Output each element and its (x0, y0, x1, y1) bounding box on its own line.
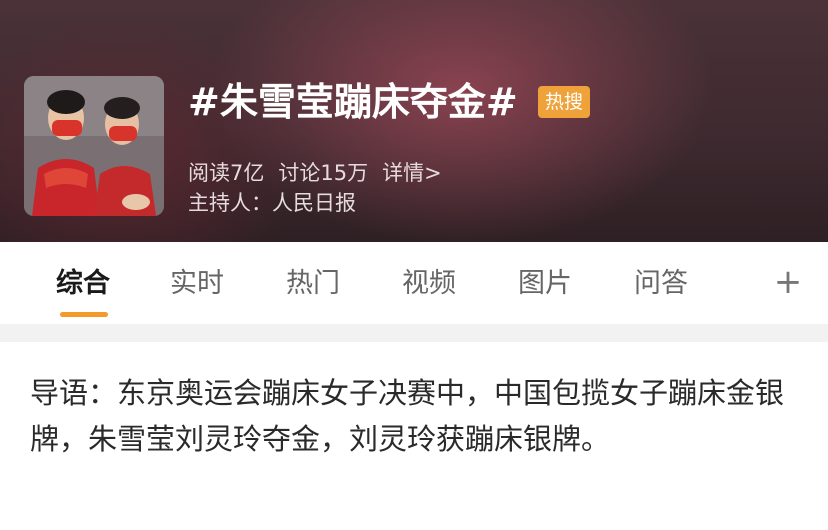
tab-realtime[interactable]: 实时 (170, 264, 224, 304)
tab-video[interactable]: 视频 (402, 264, 456, 304)
tab-images[interactable]: 图片 (518, 264, 572, 304)
tab-qa[interactable]: 问答 (634, 264, 688, 304)
details-link[interactable]: 详情> (382, 161, 442, 185)
topic-stats: 阅读7亿 讨论15万 详情> (188, 158, 456, 188)
tab-comprehensive[interactable]: 综合 (56, 264, 110, 304)
topic-thumbnail[interactable] (24, 76, 164, 216)
topic-host: 主持人：人民日报 (188, 191, 356, 215)
topic-header: #朱雪莹蹦床夺金# 热搜 阅读7亿 讨论15万 详情> 主持人：人民日报 (0, 0, 828, 242)
topic-guide-text: 导语：东京奥运会蹦床女子决赛中，中国包揽女子蹦床金银牌，朱雪莹刘灵玲夺金，刘灵玲… (30, 376, 785, 456)
hot-search-badge: 热搜 (538, 86, 590, 118)
topic-title: #朱雪莹蹦床夺金# (188, 80, 518, 124)
plus-icon[interactable]: + (770, 262, 806, 302)
active-tab-indicator (60, 312, 108, 317)
read-count: 阅读7亿 (188, 161, 265, 185)
athletes-photo (24, 76, 164, 216)
discussion-count: 讨论15万 (278, 161, 369, 185)
tab-bar: 综合 实时 热门 视频 图片 问答 + (0, 242, 828, 324)
section-divider (0, 324, 828, 342)
tab-hot[interactable]: 热门 (286, 264, 340, 304)
